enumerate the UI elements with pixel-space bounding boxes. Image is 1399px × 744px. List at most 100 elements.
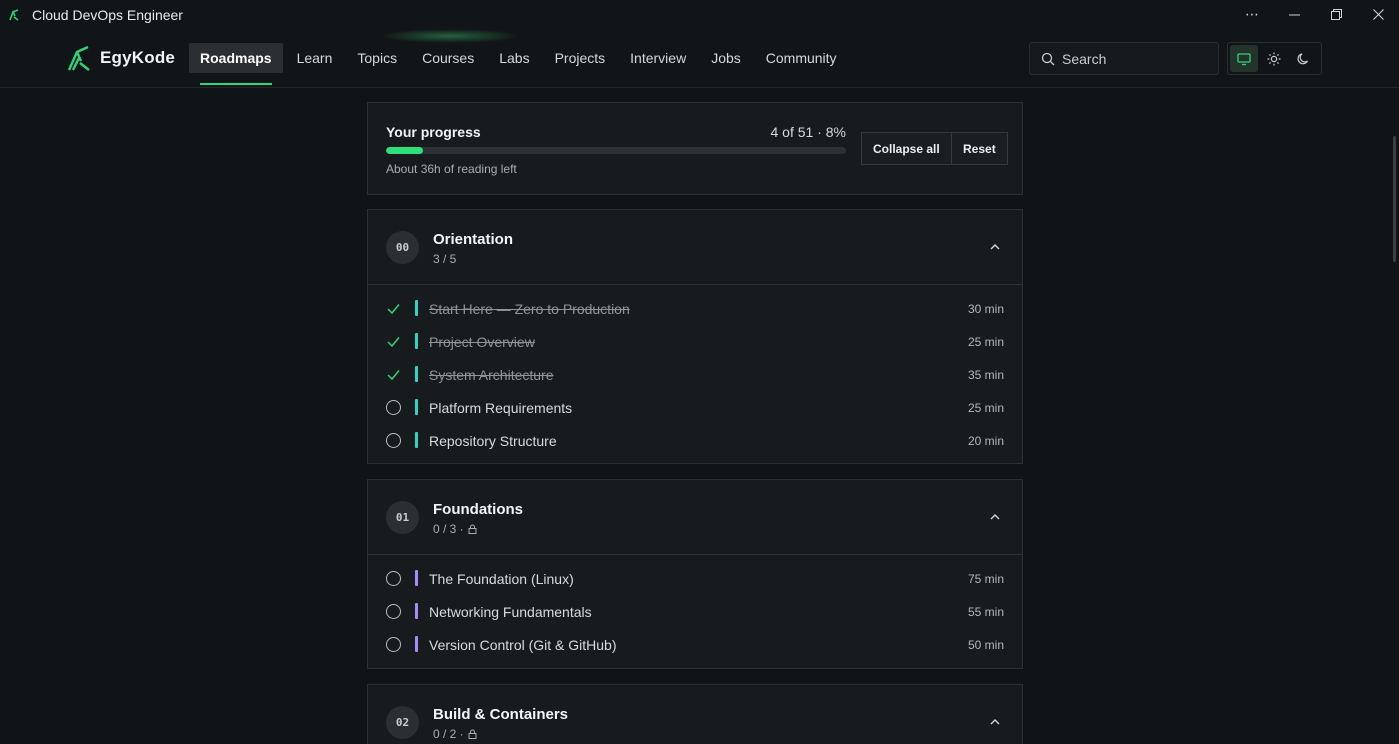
progress-bar bbox=[386, 147, 846, 154]
nav-interview[interactable]: Interview bbox=[619, 43, 697, 73]
nav-roadmaps[interactable]: Roadmaps bbox=[189, 43, 283, 85]
lesson-item[interactable]: Platform Requirements 25 min bbox=[368, 391, 1022, 424]
lesson-title: System Architecture bbox=[429, 367, 554, 383]
lesson-item[interactable]: Repository Structure 20 min bbox=[368, 424, 1022, 457]
lesson-item[interactable]: Project Overview 25 min bbox=[368, 325, 1022, 358]
progress-stat: 4 of 51 · 8% bbox=[770, 124, 847, 140]
section-count: 0 / 2 · bbox=[433, 727, 477, 741]
lesson-accent-bar bbox=[415, 366, 418, 382]
lesson-title: Start Here — Zero to Production bbox=[429, 301, 630, 317]
search-input[interactable]: Search bbox=[1062, 51, 1106, 67]
lesson-list: Start Here — Zero to Production 30 min P… bbox=[368, 285, 1022, 457]
chevron-up-icon[interactable] bbox=[988, 715, 1002, 729]
lesson-accent-bar bbox=[415, 603, 418, 619]
lesson-duration: 50 min bbox=[967, 638, 1004, 652]
lesson-duration: 25 min bbox=[967, 335, 1004, 349]
lesson-duration: 30 min bbox=[967, 302, 1004, 316]
search-icon bbox=[1041, 52, 1055, 65]
search-box[interactable]: Search bbox=[1029, 42, 1219, 75]
lock-icon bbox=[468, 524, 477, 534]
check-icon[interactable] bbox=[386, 301, 401, 316]
section-header[interactable]: 00 Orientation 3 / 5 bbox=[368, 210, 1022, 285]
nav-labs[interactable]: Labs bbox=[488, 43, 540, 73]
section-count: 3 / 5 bbox=[433, 252, 457, 266]
nav-projects[interactable]: Projects bbox=[544, 43, 617, 73]
chevron-up-icon[interactable] bbox=[988, 240, 1002, 254]
nav-jobs[interactable]: Jobs bbox=[700, 43, 752, 73]
header-glow bbox=[380, 29, 520, 43]
lesson-accent-bar bbox=[415, 300, 418, 316]
section-count: 0 / 3 · bbox=[433, 522, 477, 536]
lesson-title: Repository Structure bbox=[429, 433, 557, 449]
lesson-accent-bar bbox=[415, 432, 418, 448]
nav-community[interactable]: Community bbox=[755, 43, 848, 73]
lesson-duration: 25 min bbox=[967, 401, 1004, 415]
nav-topics[interactable]: Topics bbox=[346, 43, 408, 73]
lesson-title: Project Overview bbox=[429, 334, 535, 350]
section-header[interactable]: 01 Foundations 0 / 3 · bbox=[368, 480, 1022, 555]
nav-learn[interactable]: Learn bbox=[286, 43, 344, 73]
reset-button[interactable]: Reset bbox=[951, 132, 1008, 165]
circle-icon[interactable] bbox=[386, 637, 401, 652]
circle-icon[interactable] bbox=[386, 400, 401, 415]
top-navbar: EgyKode Roadmaps Learn Topics Courses La… bbox=[0, 29, 1399, 88]
lesson-item[interactable]: Networking Fundamentals 55 min bbox=[368, 595, 1022, 628]
lesson-duration: 55 min bbox=[967, 605, 1004, 619]
lesson-accent-bar bbox=[415, 333, 418, 349]
circle-icon[interactable] bbox=[386, 604, 401, 619]
lesson-item[interactable]: System Architecture 35 min bbox=[368, 358, 1022, 391]
section-title: Orientation bbox=[433, 231, 514, 248]
brand-logo[interactable]: EgyKode bbox=[66, 44, 175, 72]
chevron-up-icon[interactable] bbox=[988, 510, 1002, 524]
title-bar: Cloud DevOps Engineer ⋯ bbox=[0, 0, 1399, 29]
app-icon bbox=[9, 8, 19, 21]
theme-system-button[interactable] bbox=[1230, 45, 1258, 72]
lesson-title: Networking Fundamentals bbox=[429, 604, 592, 620]
section-number-badge: 00 bbox=[386, 231, 419, 264]
lesson-accent-bar bbox=[415, 399, 418, 415]
moon-icon bbox=[1297, 52, 1309, 64]
minimize-icon[interactable] bbox=[1273, 0, 1315, 29]
lesson-title: Platform Requirements bbox=[429, 400, 573, 416]
restore-icon[interactable] bbox=[1315, 0, 1357, 29]
scrollbar-thumb[interactable] bbox=[1393, 136, 1396, 262]
theme-switcher bbox=[1227, 42, 1322, 75]
lesson-list: The Foundation (Linux) 75 min Networking… bbox=[368, 555, 1022, 661]
check-icon[interactable] bbox=[386, 334, 401, 349]
theme-light-button[interactable] bbox=[1260, 45, 1288, 72]
circle-icon[interactable] bbox=[386, 433, 401, 448]
lock-icon bbox=[468, 729, 477, 739]
section-number-badge: 02 bbox=[386, 706, 419, 739]
section-card: 02 Build & Containers 0 / 2 · bbox=[367, 684, 1023, 744]
section-title: Build & Containers bbox=[433, 706, 569, 723]
theme-dark-button[interactable] bbox=[1289, 45, 1317, 72]
section-card: 00 Orientation 3 / 5 Start Here — Zero t… bbox=[367, 209, 1023, 464]
progress-card: Your progress 4 of 51 · 8% About 36h of … bbox=[367, 102, 1023, 195]
section-number-badge: 01 bbox=[386, 501, 419, 534]
lesson-title: Version Control (Git & GitHub) bbox=[429, 637, 617, 653]
egykode-logo-icon bbox=[67, 45, 90, 71]
lesson-item[interactable]: Version Control (Git & GitHub) 50 min bbox=[368, 628, 1022, 661]
lesson-item[interactable]: Start Here — Zero to Production 30 min bbox=[368, 292, 1022, 325]
more-icon[interactable]: ⋯ bbox=[1231, 0, 1273, 29]
sun-icon bbox=[1267, 52, 1280, 65]
monitor-icon bbox=[1237, 52, 1251, 65]
lesson-accent-bar bbox=[415, 570, 418, 586]
lesson-duration: 75 min bbox=[967, 572, 1004, 586]
lesson-duration: 35 min bbox=[967, 368, 1004, 382]
window-title: Cloud DevOps Engineer bbox=[32, 6, 183, 23]
reading-left-text: About 36h of reading left bbox=[386, 162, 517, 176]
nav-courses[interactable]: Courses bbox=[411, 43, 485, 73]
section-header[interactable]: 02 Build & Containers 0 / 2 · bbox=[368, 685, 1022, 744]
lesson-duration: 20 min bbox=[967, 434, 1004, 448]
progress-title: Your progress bbox=[386, 124, 481, 140]
section-title: Foundations bbox=[433, 501, 523, 518]
collapse-all-button[interactable]: Collapse all bbox=[861, 132, 952, 165]
close-icon[interactable] bbox=[1357, 0, 1399, 29]
lesson-item[interactable]: The Foundation (Linux) 75 min bbox=[368, 562, 1022, 595]
check-icon[interactable] bbox=[386, 367, 401, 382]
section-card: 01 Foundations 0 / 3 · The Foundation (L… bbox=[367, 479, 1023, 669]
lesson-title: The Foundation (Linux) bbox=[429, 571, 574, 587]
circle-icon[interactable] bbox=[386, 571, 401, 586]
main-nav: Roadmaps Learn Topics Courses Labs Proje… bbox=[189, 43, 851, 85]
